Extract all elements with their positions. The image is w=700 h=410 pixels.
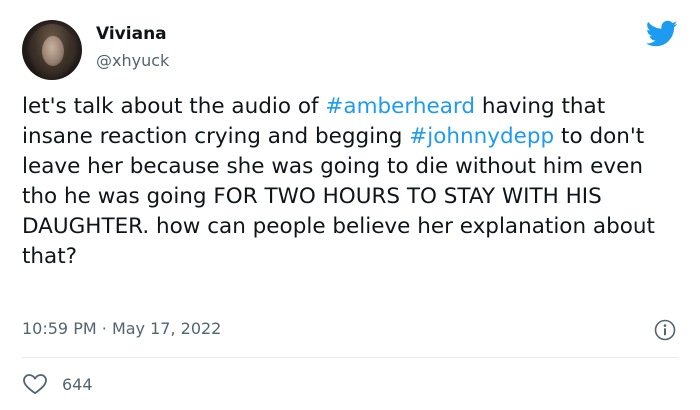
- like-button[interactable]: 644: [22, 373, 93, 395]
- divider: [22, 357, 678, 358]
- tweet-card: Viviana @xhyuck let's talk about the aud…: [0, 0, 700, 410]
- hashtag-link-johnnydepp[interactable]: #johnnydepp: [409, 124, 554, 149]
- tweet-text: let's talk about the audio of #amberhear…: [22, 92, 682, 272]
- avatar[interactable]: [22, 20, 82, 80]
- tweet-timestamp[interactable]: 10:59 PM · May 17, 2022: [22, 319, 221, 338]
- heart-icon[interactable]: [22, 373, 48, 395]
- tweet-time: 10:59 PM: [22, 319, 97, 338]
- display-name[interactable]: Viviana: [96, 24, 167, 44]
- meta-separator: ·: [101, 319, 107, 338]
- twitter-bird-icon[interactable]: [646, 20, 678, 48]
- user-handle[interactable]: @xhyuck: [96, 51, 169, 70]
- tweet-text-part: let's talk about the audio of: [22, 94, 326, 119]
- like-count: 644: [62, 374, 93, 394]
- info-icon[interactable]: [654, 319, 676, 341]
- tweet-date: May 17, 2022: [111, 319, 222, 338]
- avatar-face: [42, 36, 64, 66]
- hashtag-link-amberheard[interactable]: #amberheard: [325, 94, 475, 119]
